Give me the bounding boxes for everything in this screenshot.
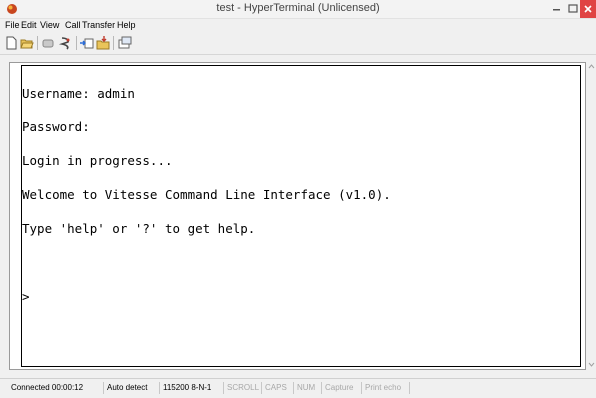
minimize-icon	[553, 9, 560, 11]
hyperterminal-app-icon[interactable]	[6, 3, 18, 15]
menu-help[interactable]: Help	[117, 20, 136, 30]
vertical-scrollbar[interactable]	[587, 62, 596, 370]
menu-file[interactable]: File	[5, 20, 20, 30]
status-capture: Capture	[322, 382, 362, 394]
terminal-line: Password:	[22, 119, 90, 135]
terminal-line: Welcome to Vitesse Command Line Interfac…	[22, 187, 391, 203]
menu-edit[interactable]: Edit	[21, 20, 37, 30]
status-bar: Connected 00:00:12 Auto detect 115200 8-…	[0, 378, 596, 398]
menu-call[interactable]: Call	[65, 20, 81, 30]
toolbar-separator	[76, 36, 77, 50]
close-button[interactable]	[580, 0, 596, 18]
status-detect: Auto detect	[104, 382, 160, 394]
status-connected: Connected 00:00:12	[8, 382, 104, 394]
terminal-line: Login in progress...	[22, 153, 173, 169]
terminal-screen[interactable]: Username: admin Password: Login in progr…	[22, 65, 582, 369]
terminal-prompt: >	[22, 288, 30, 304]
status-scroll: SCROLL	[224, 382, 262, 394]
scroll-down-icon[interactable]	[588, 361, 595, 368]
scroll-up-icon[interactable]	[588, 63, 595, 70]
terminal-frame[interactable]: Username: admin Password: Login in progr…	[9, 62, 586, 370]
terminal-line: Type 'help' or '?' to get help.	[22, 221, 256, 237]
window-title: test - HyperTerminal (Unlicensed)	[216, 2, 380, 14]
send-icon[interactable]	[80, 36, 94, 50]
status-num: NUM	[294, 382, 322, 394]
toolbar-separator	[113, 36, 114, 50]
toolbar-separator	[37, 36, 38, 50]
status-print-echo: Print echo	[362, 382, 410, 394]
terminal-line: Username: admin	[22, 85, 135, 101]
disconnect-icon[interactable]	[41, 36, 55, 50]
new-connection-icon[interactable]	[4, 36, 18, 50]
menu-transfer[interactable]: Transfer	[82, 20, 115, 30]
menu-bar: File Edit View Call Transfer Help	[0, 19, 596, 33]
status-caps: CAPS	[262, 382, 294, 394]
open-icon[interactable]	[20, 36, 34, 50]
title-bar[interactable]: test - HyperTerminal (Unlicensed)	[0, 0, 596, 19]
properties-icon[interactable]	[118, 36, 132, 50]
toolbar	[0, 33, 596, 55]
maximize-icon	[568, 4, 578, 13]
receive-icon[interactable]	[96, 36, 110, 50]
minimize-button[interactable]	[548, 0, 566, 18]
call-icon[interactable]	[58, 36, 72, 50]
close-icon	[584, 5, 592, 13]
menu-view[interactable]: View	[40, 20, 59, 30]
status-settings: 115200 8-N-1	[160, 382, 224, 394]
